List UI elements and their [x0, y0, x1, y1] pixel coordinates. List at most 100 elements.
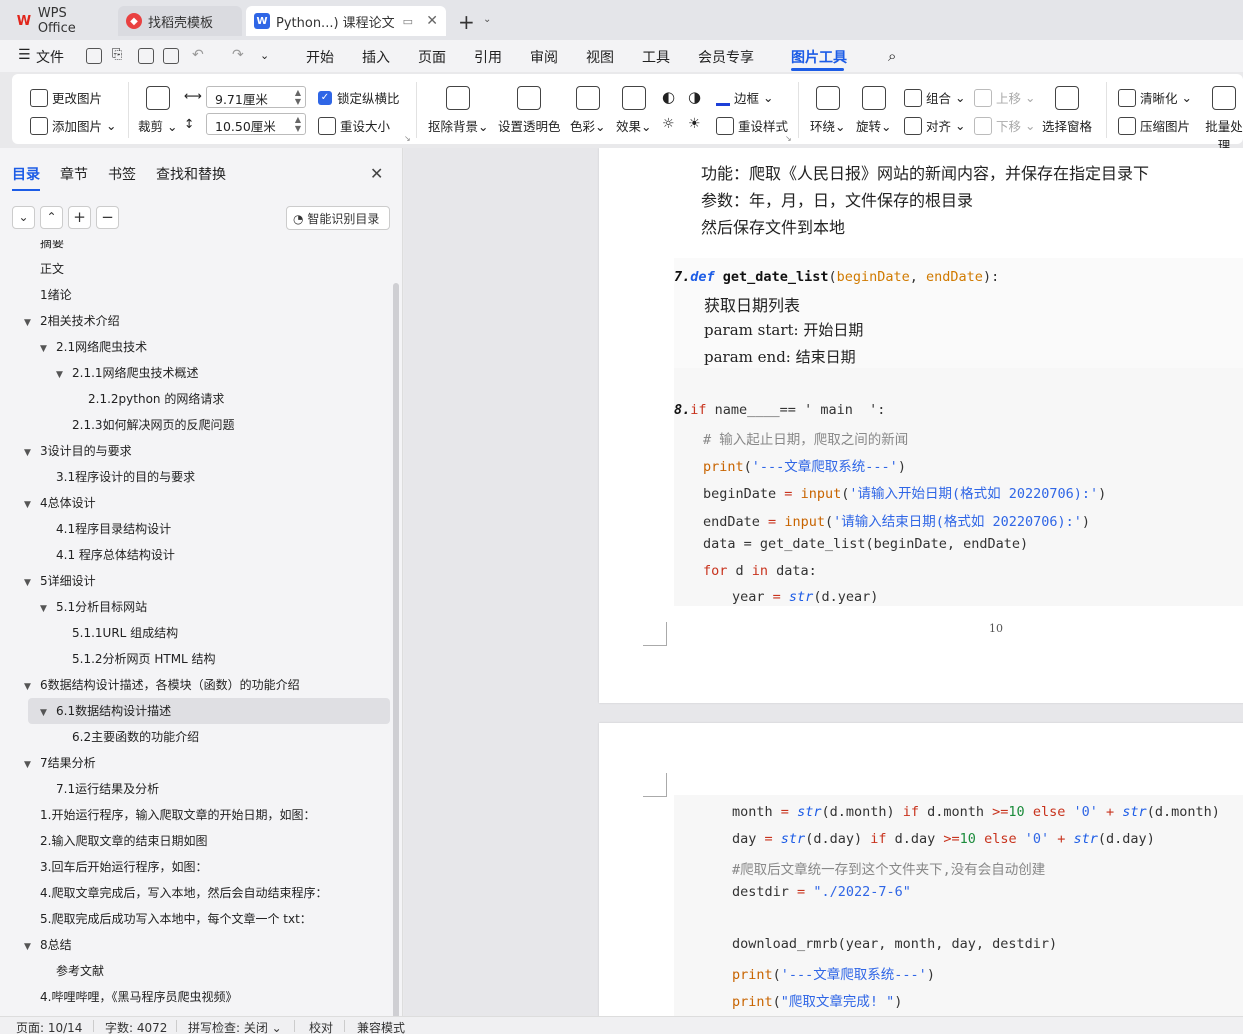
toc-item[interactable]: 参考文献: [40, 958, 104, 984]
brightness-up-icon[interactable]: ◐: [662, 88, 675, 106]
toc-item[interactable]: 摘要: [24, 240, 64, 256]
expand-arrow-icon[interactable]: ▼: [24, 934, 40, 960]
status-page[interactable]: 页面: 10/14: [16, 1019, 82, 1034]
reset-size-button[interactable]: 重设大小: [318, 116, 390, 135]
chevron-down-icon[interactable]: ⌄: [483, 14, 491, 25]
menu-member[interactable]: 会员专享: [698, 47, 754, 67]
status-word-count[interactable]: 字数: 4072: [105, 1019, 167, 1034]
toc-item[interactable]: ▼ 7结果分析: [24, 750, 96, 776]
menu-tools[interactable]: 工具: [642, 47, 670, 67]
toc-item[interactable]: 5.1.2分析网页 HTML 结构: [56, 646, 216, 672]
toc-item[interactable]: 1绪论: [24, 282, 72, 308]
toc-item[interactable]: 4.1 程序总体结构设计: [40, 542, 175, 568]
set-transparent-button[interactable]: 设置透明色: [498, 86, 561, 135]
menu-start[interactable]: 开始: [306, 47, 334, 67]
color-button[interactable]: 色彩⌄: [570, 86, 606, 135]
expand-arrow-icon[interactable]: ▼: [40, 596, 56, 622]
toc-item[interactable]: 5.爬取完成后成功写入本地中，每个文章一个 txt：: [24, 906, 312, 932]
border-button[interactable]: 边框 ⌄: [716, 88, 773, 107]
height-input[interactable]: 10.50厘米 ▲ ▼: [206, 113, 306, 135]
menu-insert[interactable]: 插入: [362, 47, 390, 67]
toc-item[interactable]: ▼ 2相关技术介绍: [24, 308, 120, 334]
more-icon[interactable]: ⌄: [260, 49, 269, 62]
menu-file[interactable]: 文件: [36, 47, 64, 67]
link-icon[interactable]: ⎘: [112, 47, 122, 62]
menu-view[interactable]: 视图: [586, 47, 614, 67]
toc-item[interactable]: 2.1.3如何解决网页的反爬问题: [56, 412, 235, 438]
menu-reference[interactable]: 引用: [474, 47, 502, 67]
expand-arrow-icon[interactable]: ▼: [56, 362, 72, 388]
toc-item[interactable]: 1.开始运行程序，输入爬取文章的开始日期，如图：: [24, 802, 315, 828]
send-down-button[interactable]: 下移 ⌄: [974, 116, 1035, 135]
menu-page[interactable]: 页面: [418, 47, 446, 67]
tab-chapters[interactable]: 章节: [60, 164, 88, 191]
expand-arrow-icon[interactable]: ▼: [24, 440, 40, 466]
print-preview-icon[interactable]: [163, 48, 179, 64]
tab-document[interactable]: W Python...) 课程论文 ▭ ✕: [246, 6, 446, 36]
toc-item[interactable]: ▼ 6数据结构设计描述，各模块（函数）的功能介绍: [24, 672, 300, 698]
group-button[interactable]: 组合 ⌄: [904, 88, 965, 107]
toc-item[interactable]: 3.1程序设计的目的与要求: [40, 464, 195, 490]
collapse-up-icon[interactable]: ⌃: [40, 206, 63, 229]
close-tab-icon[interactable]: ✕: [426, 13, 438, 29]
width-input[interactable]: 9.71厘米 ▲ ▼: [206, 86, 306, 108]
contrast-up-icon[interactable]: ◑: [688, 88, 701, 106]
toc-item[interactable]: 正文: [24, 256, 64, 282]
menu-review[interactable]: 审阅: [530, 47, 558, 67]
tab-wps-office[interactable]: W WPS Office: [8, 6, 116, 36]
wrap-button[interactable]: 环绕⌄: [810, 86, 846, 135]
reset-style-button[interactable]: 重设样式: [716, 116, 788, 135]
smart-toc-button[interactable]: ◔ 智能识别目录: [286, 206, 390, 230]
toc-item[interactable]: 4.哔哩哔哩，《黑马程序员爬虫视频》: [24, 984, 237, 1010]
contrast-down-icon[interactable]: ☀: [688, 116, 701, 132]
tab-toc[interactable]: 目录: [12, 164, 40, 191]
toc-item[interactable]: ▼ 5.1分析目标网站: [40, 594, 147, 620]
batch-process-button[interactable]: 批量处理: [1202, 86, 1243, 154]
remove-background-button[interactable]: 抠除背景⌄: [428, 86, 489, 135]
toc-item[interactable]: ▼ 2.1网络爬虫技术: [40, 334, 147, 360]
toc-scrollbar[interactable]: [393, 283, 399, 1023]
expand-arrow-icon[interactable]: ▼: [24, 674, 40, 700]
new-tab-icon[interactable]: +: [458, 10, 475, 34]
sharpen-button[interactable]: 清晰化 ⌄: [1118, 88, 1192, 107]
align-button[interactable]: 对齐 ⌄: [904, 116, 965, 135]
toc-item[interactable]: ▼ 2.1.1网络爬虫技术概述: [56, 360, 199, 386]
toc-item[interactable]: 5.1.1URL 组成结构: [56, 620, 178, 646]
toc-item[interactable]: 7.1运行结果及分析: [40, 776, 159, 802]
crop-button[interactable]: 裁剪 ⌄: [138, 86, 177, 135]
tab-find-replace[interactable]: 查找和替换: [156, 164, 226, 191]
rotate-button[interactable]: 旋转⌄: [856, 86, 892, 135]
bring-up-button[interactable]: 上移 ⌄: [974, 88, 1035, 107]
compress-picture-button[interactable]: 压缩图片: [1118, 116, 1190, 135]
lock-ratio-checkbox[interactable]: ✓ 锁定纵横比: [318, 88, 400, 107]
toc-item[interactable]: ▼ 6.1数据结构设计描述: [28, 698, 390, 724]
toc-item[interactable]: 6.2主要函数的功能介绍: [56, 724, 199, 750]
change-picture-button[interactable]: 更改图片: [30, 88, 102, 107]
hamburger-icon[interactable]: ☰: [18, 47, 31, 63]
toc-item[interactable]: 2.输入爬取文章的结束日期如图: [24, 828, 207, 854]
add-icon[interactable]: +: [68, 206, 91, 229]
toc-item[interactable]: 4.爬取文章完成后，写入本地，然后会自动结束程序：: [24, 880, 327, 906]
window-icon[interactable]: ▭: [403, 15, 413, 28]
toc-item[interactable]: ▼ 5详细设计: [24, 568, 96, 594]
remove-icon[interactable]: −: [96, 206, 119, 229]
status-proofread[interactable]: 校对: [309, 1019, 333, 1034]
selection-pane-button[interactable]: 选择窗格: [1042, 86, 1092, 135]
expand-corner-icon[interactable]: ↘: [785, 134, 792, 143]
save-icon[interactable]: [86, 48, 102, 64]
tab-bookmarks[interactable]: 书签: [108, 164, 136, 191]
print-icon[interactable]: [138, 48, 154, 64]
add-picture-button[interactable]: 添加图片 ⌄: [30, 116, 116, 135]
spinner-icon[interactable]: ▲ ▼: [295, 115, 301, 133]
expand-arrow-icon[interactable]: ▼: [40, 700, 56, 726]
toc-item[interactable]: 2.1.2python 的网络请求: [72, 386, 224, 412]
toc-item[interactable]: ▼ 4总体设计: [24, 490, 96, 516]
search-icon[interactable]: ⌕: [888, 47, 896, 65]
toc-item[interactable]: 4.1程序目录结构设计: [40, 516, 171, 542]
status-spell-check[interactable]: 拼写检查: 关闭 ⌄: [188, 1019, 282, 1034]
toc-item[interactable]: ▼ 8总结: [24, 932, 72, 958]
redo-icon[interactable]: ↷: [232, 47, 244, 63]
expand-arrow-icon[interactable]: ▼: [24, 310, 40, 336]
expand-corner-icon[interactable]: ↘: [404, 134, 411, 143]
close-icon[interactable]: ✕: [370, 164, 383, 183]
